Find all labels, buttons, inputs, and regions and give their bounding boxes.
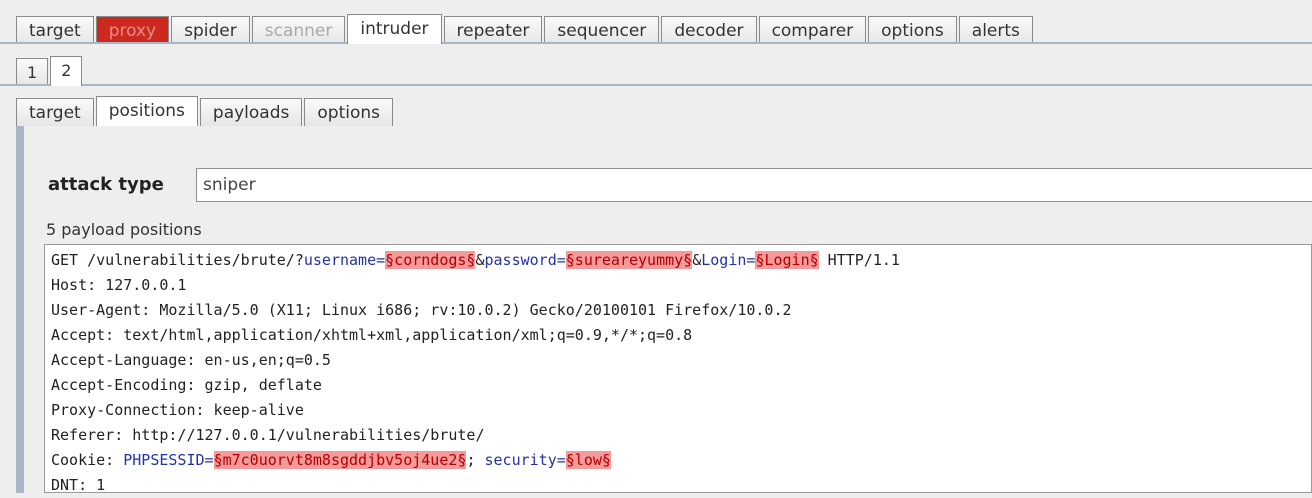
param-phpsessid: PHPSESSID [123,451,205,469]
param-security: security [484,451,557,469]
http-version: HTTP/1.1 [818,251,900,269]
tab-sequencer[interactable]: sequencer [544,16,660,44]
ampersand: & [692,251,702,269]
tab-divider [0,42,1312,44]
tab-proxy[interactable]: proxy [95,16,170,44]
attack-tab-1[interactable]: 1 [16,58,49,86]
request-line-accept-encoding: Accept-Encoding: gzip, deflate [51,376,322,394]
request-line-referer: Referer: http://127.0.0.1/vulnerabilitie… [51,426,485,444]
cookie-separator: ; [466,451,485,469]
attack-type-label: attack type [48,174,164,195]
subtab-options[interactable]: options [304,98,393,126]
request-line-host: Host: 127.0.0.1 [51,276,187,294]
request-editor[interactable]: GET /vulnerabilities/brute/?username=§co… [44,244,1312,494]
request-line-user-agent: User-Agent: Mozilla/5.0 (X11; Linux i686… [51,301,792,319]
request-line-cookie: Cookie: PHPSESSID=§m7c0uorvt8m8sgddjbv5o… [51,448,1311,473]
request-line-dnt: DNT: 1 [51,476,106,494]
intruder-sub-tab-bar: target positions payloads options [16,96,395,126]
payload-marker-security[interactable]: §low§ [565,451,611,469]
attack-tab-divider [0,84,1312,86]
tab-intruder[interactable]: intruder [347,14,442,44]
payload-marker-login[interactable]: §Login§ [755,251,819,269]
tab-scanner[interactable]: scanner [251,16,346,44]
subtab-target[interactable]: target [16,98,94,126]
cookie-header: Cookie: [51,451,124,469]
ampersand: & [475,251,485,269]
request-line-accept-language: Accept-Language: en-us,en;q=0.5 [51,351,331,369]
equals-sign: = [556,451,566,469]
payload-marker-password[interactable]: §sureareyummy§ [565,251,693,269]
attack-tab-bar: 1 2 [16,56,84,86]
tab-options[interactable]: options [868,16,957,44]
equals-sign: = [204,451,214,469]
payload-marker-username[interactable]: §corndogs§ [385,251,476,269]
attack-type-select[interactable]: sniper [196,168,1312,202]
tab-repeater[interactable]: repeater [443,16,543,44]
param-login: Login [701,251,747,269]
request-line-1: GET /vulnerabilities/brute/?username=§co… [51,248,1311,273]
request-line-proxy-connection: Proxy-Connection: keep-alive [51,401,304,419]
main-tab-bar: target proxy spider scanner intruder rep… [16,14,1035,44]
param-username: username [303,251,377,269]
tab-spider[interactable]: spider [171,16,250,44]
subtab-payloads[interactable]: payloads [199,98,303,126]
request-line-accept: Accept: text/html,application/xhtml+xml,… [51,326,693,344]
request-path: GET /vulnerabilities/brute/? [51,251,304,269]
equals-sign: = [376,251,386,269]
tab-alerts[interactable]: alerts [958,16,1033,44]
equals-sign: = [556,251,566,269]
payload-marker-phpsessid[interactable]: §m7c0uorvt8m8sgddjbv5oj4ue2§ [213,451,467,469]
tab-comparer[interactable]: comparer [758,16,867,44]
tab-decoder[interactable]: decoder [661,16,757,44]
param-password: password [484,251,557,269]
attack-tab-2[interactable]: 2 [50,56,83,86]
payload-positions-count: 5 payload positions [46,220,202,239]
tab-target[interactable]: target [16,16,94,44]
subtab-positions[interactable]: positions [95,96,198,126]
